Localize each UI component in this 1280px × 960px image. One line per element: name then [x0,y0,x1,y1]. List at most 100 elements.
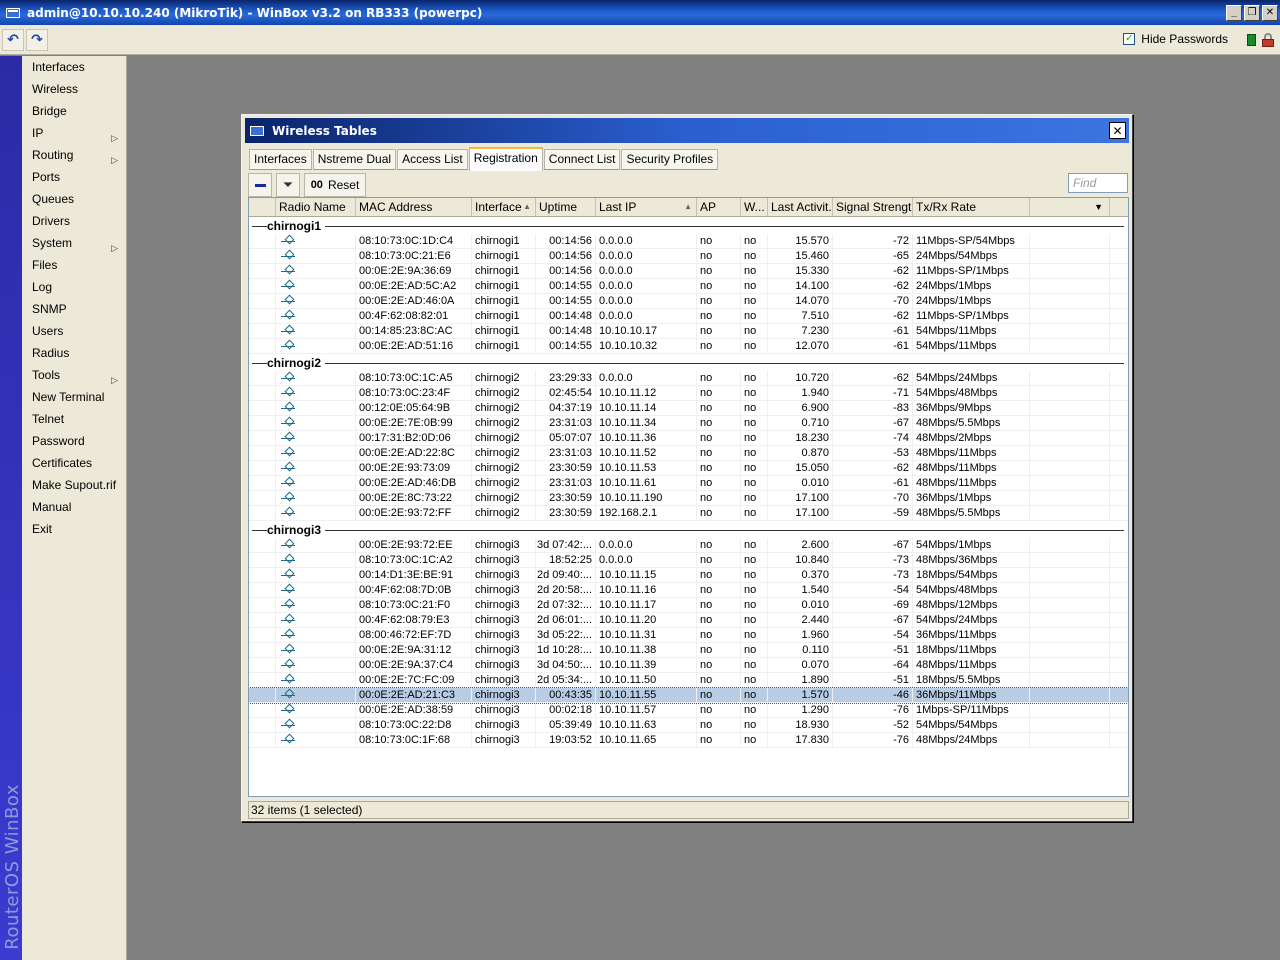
table-row[interactable]: 08:10:73:0C:22:D8 chirnogi3 05:39:49 10.10.… [249,718,1128,733]
hide-passwords-toggle[interactable]: ✓ Hide Passwords [1123,32,1228,46]
sidebar-item-wireless[interactable]: Wireless [22,78,126,100]
column-header[interactable]: Tx/Rx Rate [913,198,1030,216]
table-row[interactable]: 00:0E:2E:AD:46:DB chirnogi2 23:31:03 10.10.… [249,476,1128,491]
table-cell: 48Mbps/11Mbps [913,658,1030,672]
table-cell: 10.10.11.52 [596,446,697,460]
close-button[interactable]: ✕ [1262,4,1278,21]
table-cell: 08:10:73:0C:23:4F [356,386,472,400]
lock-icon [1262,33,1274,47]
sidebar-item-bridge[interactable]: Bridge [22,100,126,122]
column-header-icon[interactable] [249,198,276,216]
table-row[interactable]: 00:0E:2E:7E:0B:99 chirnogi2 23:31:03 10.10.… [249,416,1128,431]
table-row[interactable]: 08:10:73:0C:23:4F chirnogi2 02:45:54 10.10.… [249,386,1128,401]
sidebar-item-queues[interactable]: Queues [22,188,126,210]
table-cell: 10.10.11.63 [596,718,697,732]
table-row[interactable]: 00:0E:2E:9A:36:69 chirnogi1 00:14:56 0.0.0.… [249,264,1128,279]
sidebar-item-exit[interactable]: Exit [22,518,126,540]
tab-security-profiles[interactable]: Security Profiles [621,149,719,170]
sidebar-item-make-supout-rif[interactable]: Make Supout.rif [22,474,126,496]
column-header[interactable]: Uptime [536,198,596,216]
table-cell: 18Mbps/11Mbps [913,643,1030,657]
column-header[interactable]: Radio Name [276,198,356,216]
remove-button[interactable] [248,173,272,197]
table-row[interactable]: 00:0E:2E:9A:37:C4 chirnogi3 3d 04:50:... 10… [249,658,1128,673]
column-header[interactable]: Interface ▲ [472,198,536,216]
sidebar-item-telnet[interactable]: Telnet [22,408,126,430]
sidebar-item-routing[interactable]: Routing ▷ [22,144,126,166]
table-row[interactable]: 00:4F:62:08:82:01 chirnogi1 00:14:48 0.0.0.… [249,309,1128,324]
table-cell [276,416,356,430]
table-row[interactable]: 00:17:31:B2:0D:06 chirnogi2 05:07:07 10.10.… [249,431,1128,446]
dialog-title-bar[interactable]: Wireless Tables ✕ [245,118,1129,143]
table-row[interactable]: 00:4F:62:08:79:E3 chirnogi3 2d 06:01:... 10… [249,613,1128,628]
sidebar-item-users[interactable]: Users [22,320,126,342]
sidebar-item-interfaces[interactable]: Interfaces [22,56,126,78]
hide-passwords-checkbox[interactable]: ✓ [1123,33,1136,45]
column-header[interactable]: Signal Strengt... [833,198,913,216]
table-cell: no [741,628,768,642]
table-row[interactable]: 08:10:73:0C:1C:A2 chirnogi3 18:52:25 0.0.0.… [249,553,1128,568]
column-header[interactable]: Last IP ▲ [596,198,697,216]
table-row[interactable]: 00:0E:2E:AD:5C:A2 chirnogi1 00:14:55 0.0.0.… [249,279,1128,294]
table-row[interactable]: 00:0E:2E:9A:31:12 chirnogi3 1d 10:28:... 10… [249,643,1128,658]
table-row[interactable]: 08:00:46:72:EF:7D chirnogi3 3d 05:22:... 10… [249,628,1128,643]
table-row[interactable]: 00:0E:2E:AD:51:16 chirnogi1 00:14:55 10.10.… [249,339,1128,354]
sidebar-item-system[interactable]: System ▷ [22,232,126,254]
sidebar-item-tools[interactable]: Tools ▷ [22,364,126,386]
table-row[interactable]: 00:0E:2E:AD:21:C3 chirnogi3 00:43:35 10.10.… [249,687,1128,704]
table-row[interactable]: 08:10:73:0C:1D:C4 chirnogi1 00:14:56 0.0.0.… [249,234,1128,249]
redo-icon[interactable]: ↷ [26,28,48,51]
group-label: chirnogi2 [267,356,326,370]
reset-button[interactable]: 00 Reset [304,173,366,197]
sidebar-item-ip[interactable]: IP ▷ [22,122,126,144]
find-input[interactable]: Find [1068,173,1128,193]
sidebar-item-new-terminal[interactable]: New Terminal [22,386,126,408]
tab-nstreme-dual[interactable]: Nstreme Dual [312,149,397,170]
sidebar-item-password[interactable]: Password [22,430,126,452]
table-row[interactable]: 08:10:73:0C:1F:68 chirnogi3 19:03:52 10.10.… [249,733,1128,748]
table-row[interactable]: 00:14:85:23:8C:AC chirnogi1 00:14:48 10.10.… [249,324,1128,339]
sidebar-item-ports[interactable]: Ports [22,166,126,188]
table-row[interactable]: 00:12:0E:05:64:9B chirnogi2 04:37:19 10.10.… [249,401,1128,416]
sidebar-item-files[interactable]: Files [22,254,126,276]
table-row[interactable]: 00:0E:2E:8C:73:22 chirnogi2 23:30:59 10.10.… [249,491,1128,506]
table-row[interactable]: 08:10:73:0C:1C:A5 chirnogi2 23:29:33 0.0.0.… [249,371,1128,386]
column-header[interactable]: MAC Address [356,198,472,216]
table-cell [1030,371,1110,385]
sidebar-item-snmp[interactable]: SNMP [22,298,126,320]
table-row[interactable]: 00:14:D1:3E:BE:91 chirnogi3 2d 09:40:... 10… [249,568,1128,583]
tab-connect-list[interactable]: Connect List [543,149,621,170]
column-header[interactable]: AP [697,198,741,216]
sidebar-item-manual[interactable]: Manual [22,496,126,518]
tab-registration[interactable]: Registration [468,147,543,171]
table-cell: no [741,476,768,490]
row-icon-cell [249,401,276,415]
minimize-button[interactable]: _ [1226,4,1242,21]
table-row[interactable]: 00:0E:2E:7C:FC:09 chirnogi3 2d 05:34:... 10… [249,673,1128,688]
table-row[interactable]: 08:10:73:0C:21:F0 chirnogi3 2d 07:32:... 10… [249,598,1128,613]
table-row[interactable]: 00:4F:62:08:7D:0B chirnogi3 2d 20:58:... 10… [249,583,1128,598]
undo-icon[interactable]: ↶ [2,28,24,51]
column-header[interactable]: W... [741,198,768,216]
table-row[interactable]: 00:0E:2E:93:72:EE chirnogi3 3d 07:42:... 0.… [249,538,1128,553]
column-header[interactable]: Last Activit... [768,198,833,216]
sidebar-item-label: Exit [32,522,53,536]
table-row[interactable]: 08:10:73:0C:21:E6 chirnogi1 00:14:56 0.0.0.… [249,249,1128,264]
tab-interfaces[interactable]: Interfaces [249,149,312,170]
table-row[interactable]: 00:0E:2E:AD:38:59 chirnogi3 00:02:18 10.10.… [249,703,1128,718]
tab-access-list[interactable]: Access List [397,149,468,170]
sidebar-item-certificates[interactable]: Certificates [22,452,126,474]
column-chooser[interactable]: ▼ [1030,198,1110,216]
maximize-button[interactable]: ❐ [1244,4,1260,21]
dialog-close-button[interactable]: ✕ [1109,122,1126,139]
table-row[interactable]: 00:0E:2E:93:73:09 chirnogi2 23:30:59 10.10.… [249,461,1128,476]
table-row[interactable]: 00:0E:2E:93:72:FF chirnogi2 23:30:59 192.16… [249,506,1128,521]
table-row[interactable]: 00:0E:2E:AD:22:8C chirnogi2 23:31:03 10.10.… [249,446,1128,461]
sidebar-item-radius[interactable]: Radius [22,342,126,364]
sidebar-item-drivers[interactable]: Drivers [22,210,126,232]
filter-icon: ⏷ [282,177,294,192]
sidebar-item-log[interactable]: Log [22,276,126,298]
table-cell: 48Mbps/11Mbps [913,476,1030,490]
filter-button[interactable]: ⏷ [276,173,300,197]
table-row[interactable]: 00:0E:2E:AD:46:0A chirnogi1 00:14:55 0.0.0.… [249,294,1128,309]
